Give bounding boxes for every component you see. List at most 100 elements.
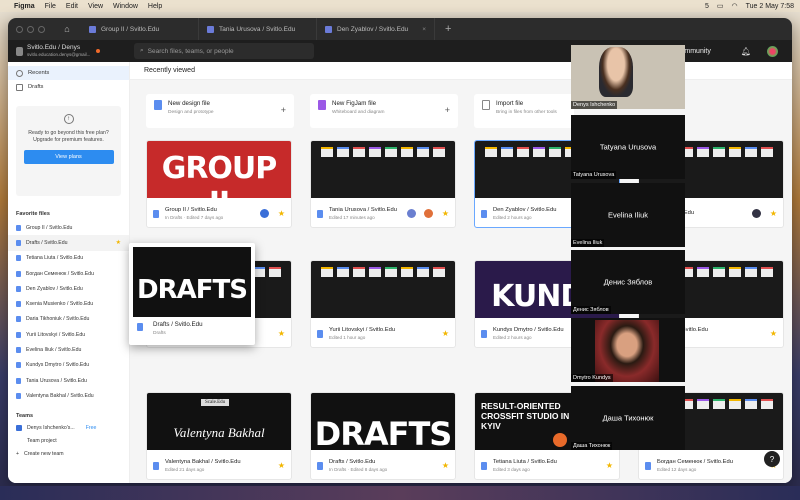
minimize-window-button[interactable] — [27, 25, 34, 33]
file-card[interactable]: Yurii Litovskyi / Svitlo.Edu Edited 1 hou… — [310, 260, 456, 348]
sidebar-favorite-item[interactable]: Group II / Svitlo.Edu — [8, 220, 129, 235]
avatar[interactable] — [767, 45, 778, 57]
menu-window[interactable]: Window — [113, 3, 138, 10]
sidebar-favorite-item[interactable]: Tania Urusova / Svitlo.Edu — [8, 373, 129, 388]
sidebar-item-drafts[interactable]: Drafts — [8, 80, 129, 94]
participant-tile[interactable]: Denys Ishchenko — [571, 45, 685, 109]
menu-edit[interactable]: Edit — [66, 3, 78, 10]
file-thumbnail: DRAFTS — [311, 393, 455, 450]
favorites-heading[interactable]: Favorite files — [8, 208, 129, 220]
account-switcher[interactable]: Svitlo.Edu / Denys svitlo.education.deny… — [16, 44, 134, 58]
file-name: Drafts / Svitlo.Edu — [329, 459, 376, 465]
star-icon[interactable]: ★ — [278, 209, 285, 218]
file-edited: Edited 3 days ago — [493, 467, 530, 472]
dragged-file-card[interactable]: DRAFTS Drafts / Svitlo.Edu Drafts — [129, 243, 255, 345]
tab-bar: ⌂ Group II / Svitlo.Edu Tania Urusova / … — [8, 18, 792, 40]
import-file-button[interactable]: Import file Bring in files from other to… — [474, 94, 574, 128]
sidebar-favorite-item[interactable]: Богдан Семенюк / Svitlo.Edu — [8, 266, 129, 281]
favorite-label: Valentyna Bakhal / Svitlo.Edu — [26, 392, 94, 399]
sidebar-favorite-item[interactable]: Yurii Litovskyi / Svitlo.Edu — [8, 327, 129, 342]
file-card[interactable]: GROUP II Group II / Svitlo.Edu In Drafts ·… — [146, 140, 292, 228]
search-input[interactable]: ⌕ Search files, teams, or people — [134, 43, 314, 59]
participant-tile[interactable]: Evelina Iliuk Evelina Iliuk — [571, 183, 685, 247]
participant-video — [595, 320, 659, 382]
menu-view[interactable]: View — [88, 3, 103, 10]
new-design-file-button[interactable]: New design file Design and prototype + — [146, 94, 294, 128]
team-item[interactable]: Denys Ishchenko's... Free — [8, 422, 129, 435]
help-button[interactable]: ? — [764, 451, 780, 467]
star-icon[interactable]: ★ — [606, 461, 613, 470]
sidebar-item-recents[interactable]: Recents — [8, 66, 129, 80]
participant-name: Evelina Iliuk — [571, 239, 605, 247]
tab-label: Group II / Svitlo.Edu — [101, 25, 160, 33]
file-icon — [16, 255, 21, 262]
file-card[interactable]: Scale.Edu Valentyna Bakhal Valentyna Bakha… — [146, 392, 292, 480]
sidebar-favorite-item[interactable]: Evelina Iliuk / Svitlo.Edu — [8, 342, 129, 357]
file-thumbnail — [311, 261, 455, 318]
sidebar-favorite-item[interactable]: Daria Tikhoniuk / Svitlo.Edu — [8, 312, 129, 327]
file-edited: In Drafts · Edited 7 days ago — [165, 215, 224, 220]
star-icon[interactable]: ★ — [770, 329, 777, 338]
menu-app[interactable]: Figma — [14, 3, 35, 10]
star-icon[interactable]: ★ — [116, 239, 121, 246]
file-card[interactable]: Tania Urusova / Svitlo.Edu Edited 17 minu… — [310, 140, 456, 228]
avatar[interactable] — [751, 209, 761, 218]
participant-tile[interactable]: Tatyana Urusova Tatyana Urusova — [571, 115, 685, 179]
sidebar-favorite-item[interactable]: Kundys Dmytro / Svitlo.Edu — [8, 358, 129, 373]
figjam-file-icon — [318, 100, 326, 110]
home-icon[interactable]: ⌂ — [53, 18, 81, 40]
battery-icon[interactable]: ▭ — [717, 2, 724, 10]
star-icon[interactable]: ★ — [770, 209, 777, 218]
clock-icon — [16, 69, 23, 77]
file-thumbnail: Scale.Edu Valentyna Bakhal — [147, 393, 291, 450]
avatar[interactable] — [406, 209, 416, 218]
clock[interactable]: Tue 2 May 7:58 — [746, 3, 794, 10]
design-file-icon — [154, 100, 162, 110]
wifi-icon[interactable]: ◠ — [732, 2, 738, 10]
file-card[interactable]: DRAFTS Drafts / Svitlo.Edu In Drafts · Edi… — [310, 392, 456, 480]
new-figjam-file-button[interactable]: New FigJam file Whiteboard and diagram + — [310, 94, 458, 128]
menu-file[interactable]: File — [45, 3, 56, 10]
star-icon[interactable]: ★ — [442, 461, 449, 470]
create-team-button[interactable]: + Create new team — [8, 448, 129, 461]
upgrade-icon: ↑ — [63, 114, 74, 124]
participant-tile[interactable]: Dmytro Kundys — [571, 318, 685, 382]
avatar[interactable] — [423, 209, 433, 218]
sidebar-favorite-item[interactable]: Valentyna Bakhal / Svitlo.Edu — [8, 388, 129, 403]
star-icon[interactable]: ★ — [278, 329, 285, 338]
tab-den-zyablov[interactable]: Den Zyablov / Svitlo.Edu × — [317, 18, 435, 40]
file-name: Tania Urusova / Svitlo.Edu — [329, 207, 397, 213]
sidebar-favorite-item[interactable]: Tetiana Liuta / Svitlo.Edu — [8, 251, 129, 266]
tab-tania-urusova[interactable]: Tania Urusova / Svitlo.Edu — [199, 18, 317, 40]
menu-help[interactable]: Help — [148, 3, 162, 10]
sidebar-favorite-item[interactable]: Ksenia Musienko / Svitlo.Edu — [8, 296, 129, 311]
star-icon[interactable]: ★ — [442, 209, 449, 218]
file-icon — [16, 331, 21, 338]
file-icon — [16, 270, 21, 277]
close-tab-icon[interactable]: × — [422, 26, 426, 33]
file-name: Valentyna Bakhal / Svitlo.Edu — [165, 459, 241, 465]
thumbnail-text: Valentyna Bakhal — [173, 425, 265, 440]
file-meta: Valentyna Bakhal / Svitlo.Edu Edited 21 d… — [147, 450, 291, 479]
star-icon[interactable]: ★ — [442, 329, 449, 338]
file-icon — [16, 392, 21, 399]
close-window-button[interactable] — [16, 25, 23, 33]
zoom-window-button[interactable] — [38, 25, 45, 33]
participant-tile[interactable]: Денис Зяблов Денис Зяблов — [571, 250, 685, 314]
thumbnail-strip — [321, 267, 445, 277]
avatar[interactable] — [259, 209, 269, 218]
bell-icon[interactable]: 🔔︎ — [741, 47, 751, 56]
new-tab-button[interactable]: + — [435, 23, 461, 35]
sidebar-favorite-item[interactable]: Den Zyablov / Svitlo.Edu — [8, 281, 129, 296]
participant-tile[interactable]: Даша Тихонюк Даша Тихонюк — [571, 386, 685, 450]
quick-action-subtitle: Whiteboard and diagram — [332, 110, 385, 115]
sidebar-favorite-item[interactable]: Drafts / Svitlo.Edu ★ — [8, 235, 129, 251]
teams-heading[interactable]: Teams — [8, 410, 129, 422]
view-plans-button[interactable]: View plans — [23, 150, 114, 164]
sidebar: Recents Drafts ↑ Ready to go beyond this… — [8, 62, 130, 483]
tab-group-ii[interactable]: Group II / Svitlo.Edu — [81, 18, 199, 40]
team-project-item[interactable]: Team project — [8, 435, 129, 448]
participant-name: Даша Тихонюк — [571, 442, 613, 450]
star-icon[interactable]: ★ — [278, 461, 285, 470]
file-meta: Tetiana Liuta / Svitlo.Edu Edited 3 days … — [475, 450, 619, 479]
